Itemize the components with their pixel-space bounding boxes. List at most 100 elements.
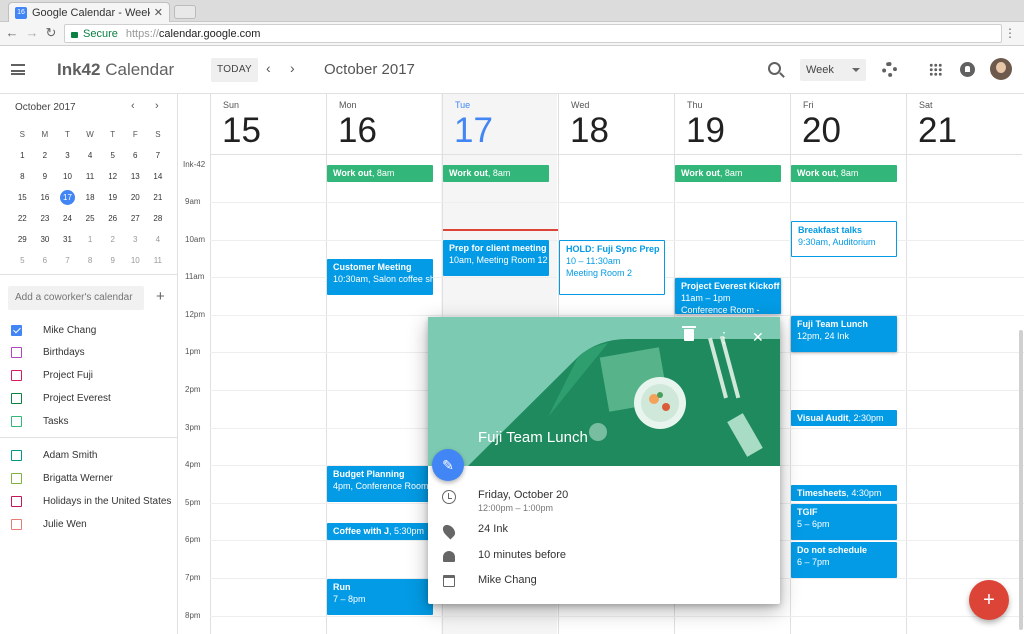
mini-day-cell[interactable]: 12 (101, 166, 124, 187)
day-header[interactable]: Thu 19 (674, 94, 790, 155)
calendar-event[interactable]: Work out, 8am (675, 165, 781, 182)
calendar-event[interactable]: Work out, 8am (791, 165, 897, 182)
grid-scrollbar[interactable] (1019, 330, 1023, 630)
reload-icon[interactable]: ↻ (43, 25, 59, 41)
mini-next-month-icon[interactable]: › (155, 100, 159, 112)
create-event-plus-icon[interactable]: + (969, 580, 1009, 620)
close-tab-icon[interactable]: ✕ (154, 6, 163, 19)
mini-day-cell[interactable]: 15 (11, 187, 34, 208)
checkbox-icon[interactable] (11, 370, 22, 382)
calendar-event[interactable]: TGIF 5 – 6pm (791, 504, 897, 540)
mini-day-cell[interactable]: 29 (11, 229, 34, 250)
add-coworker-input[interactable] (8, 286, 144, 310)
calendar-event[interactable]: Work out, 8am (327, 165, 433, 182)
mini-day-cell[interactable]: 5 (11, 250, 34, 271)
mini-day-cell[interactable]: 17 (56, 187, 79, 208)
next-week-icon[interactable]: › (290, 60, 295, 76)
checked-checkbox-icon[interactable] (11, 324, 22, 336)
calendar-toggle-item[interactable]: Tasks (11, 413, 69, 429)
edit-event-pencil-icon[interactable]: ✎ (432, 449, 464, 481)
main-menu-icon[interactable] (11, 64, 25, 75)
day-header[interactable]: Sat 21 (906, 94, 1022, 155)
mini-day-cell[interactable]: 16 (34, 187, 57, 208)
mini-day-cell[interactable]: 7 (147, 145, 170, 166)
checkbox-icon[interactable] (11, 347, 22, 359)
mini-day-cell[interactable]: 31 (56, 229, 79, 250)
calendar-toggle-item[interactable]: Project Fuji (11, 368, 93, 384)
mini-day-cell[interactable]: 2 (101, 229, 124, 250)
browser-menu-icon[interactable]: ⋮ (1004, 26, 1016, 40)
mini-day-cell[interactable]: 6 (34, 250, 57, 271)
mini-day-cell[interactable]: 6 (124, 145, 147, 166)
mini-day-cell[interactable]: 24 (56, 208, 79, 229)
calendar-event[interactable]: Work out, 8am (443, 165, 549, 182)
mini-day-cell[interactable]: 9 (34, 166, 57, 187)
calendar-toggle-item[interactable]: Holidays in the United States (11, 493, 171, 509)
calendar-event[interactable]: Timesheets, 4:30pm (791, 485, 897, 501)
forward-arrow-icon[interactable]: → (24, 25, 40, 40)
previous-week-icon[interactable]: ‹ (266, 60, 271, 76)
mini-day-cell[interactable]: 10 (124, 250, 147, 271)
more-options-icon[interactable]: ⋮ (717, 329, 731, 346)
mini-day-cell[interactable]: 11 (79, 166, 102, 187)
mini-day-cell[interactable]: 8 (79, 250, 102, 271)
new-tab-button[interactable] (174, 5, 196, 19)
calendar-event[interactable]: Customer Meeting 10:30am, Salon coffee sh… (327, 259, 433, 295)
mini-day-cell[interactable]: 1 (11, 145, 34, 166)
mini-day-cell[interactable]: 28 (147, 208, 170, 229)
mini-day-cell[interactable]: 7 (56, 250, 79, 271)
back-arrow-icon[interactable]: ← (4, 25, 20, 40)
mini-day-cell[interactable]: 26 (101, 208, 124, 229)
calendar-event[interactable]: Fuji Team Lunch 12pm, 24 Ink (791, 316, 897, 352)
mini-day-cell[interactable]: 25 (79, 208, 102, 229)
checkbox-icon[interactable] (11, 415, 22, 427)
mini-day-cell[interactable]: 2 (34, 145, 57, 166)
user-avatar[interactable] (990, 58, 1012, 80)
mini-day-cell[interactable]: 27 (124, 208, 147, 229)
calendar-event[interactable]: Budget Planning 4pm, Conference Room (327, 466, 433, 502)
view-selector[interactable]: Week (800, 59, 866, 81)
calendar-toggle-item[interactable]: Project Everest (11, 390, 111, 406)
delete-event-icon[interactable] (682, 326, 696, 341)
mini-day-cell[interactable]: 20 (124, 187, 147, 208)
mini-day-cell[interactable]: 1 (79, 229, 102, 250)
calendar-event[interactable]: HOLD: Fuji Sync Prep 10 – 11:30am Meeting … (559, 240, 665, 295)
calendar-event[interactable]: Run 7 – 8pm (327, 579, 433, 615)
mini-day-cell[interactable]: 8 (11, 166, 34, 187)
calendar-toggle-item[interactable]: Brigatta Werner (11, 470, 113, 486)
search-icon[interactable] (768, 62, 781, 75)
day-header[interactable]: Wed 18 (558, 94, 674, 155)
mini-day-cell[interactable]: 9 (101, 250, 124, 271)
calendar-toggle-item[interactable]: Birthdays (11, 345, 85, 361)
browser-tab[interactable]: 16 Google Calendar - Week of Oc ✕ (8, 2, 170, 22)
mini-day-cell[interactable]: 11 (147, 250, 170, 271)
calendar-toggle-item[interactable]: Mike Chang (11, 322, 96, 338)
mini-day-cell[interactable]: 3 (124, 229, 147, 250)
mini-day-cell[interactable]: 5 (101, 145, 124, 166)
day-header[interactable]: Fri 20 (790, 94, 906, 155)
mini-day-cell[interactable]: 21 (147, 187, 170, 208)
checkbox-icon[interactable] (11, 518, 22, 530)
close-popover-icon[interactable]: ✕ (752, 329, 764, 346)
calendar-event[interactable]: Prep for client meeting 10am, Meeting Roo… (443, 240, 549, 276)
mini-day-cell[interactable]: 3 (56, 145, 79, 166)
mini-day-cell[interactable]: 4 (79, 145, 102, 166)
mini-day-cell[interactable]: 10 (56, 166, 79, 187)
add-calendar-plus-icon[interactable]: + (156, 288, 165, 305)
day-header[interactable]: Mon 16 (326, 94, 442, 155)
mini-previous-month-icon[interactable]: ‹ (131, 100, 135, 112)
calendar-toggle-item[interactable]: Adam Smith (11, 447, 97, 463)
calendar-event[interactable]: Breakfast talks 9:30am, Auditorium (791, 221, 897, 257)
mini-day-cell[interactable]: 4 (147, 229, 170, 250)
calendar-event[interactable]: Do not schedule 6 – 7pm (791, 542, 897, 578)
url-field[interactable]: Secure https://calendar.google.com (64, 24, 1002, 43)
mini-day-cell[interactable]: 30 (34, 229, 57, 250)
checkbox-icon[interactable] (11, 472, 22, 484)
settings-gear-icon[interactable] (882, 62, 897, 77)
day-header[interactable]: Tue 17 (442, 94, 558, 155)
calendar-event[interactable]: Visual Audit, 2:30pm (791, 410, 897, 426)
checkbox-icon[interactable] (11, 392, 22, 404)
apps-grid-icon[interactable] (929, 63, 942, 76)
mini-day-cell[interactable]: 13 (124, 166, 147, 187)
mini-day-cell[interactable]: 18 (79, 187, 102, 208)
